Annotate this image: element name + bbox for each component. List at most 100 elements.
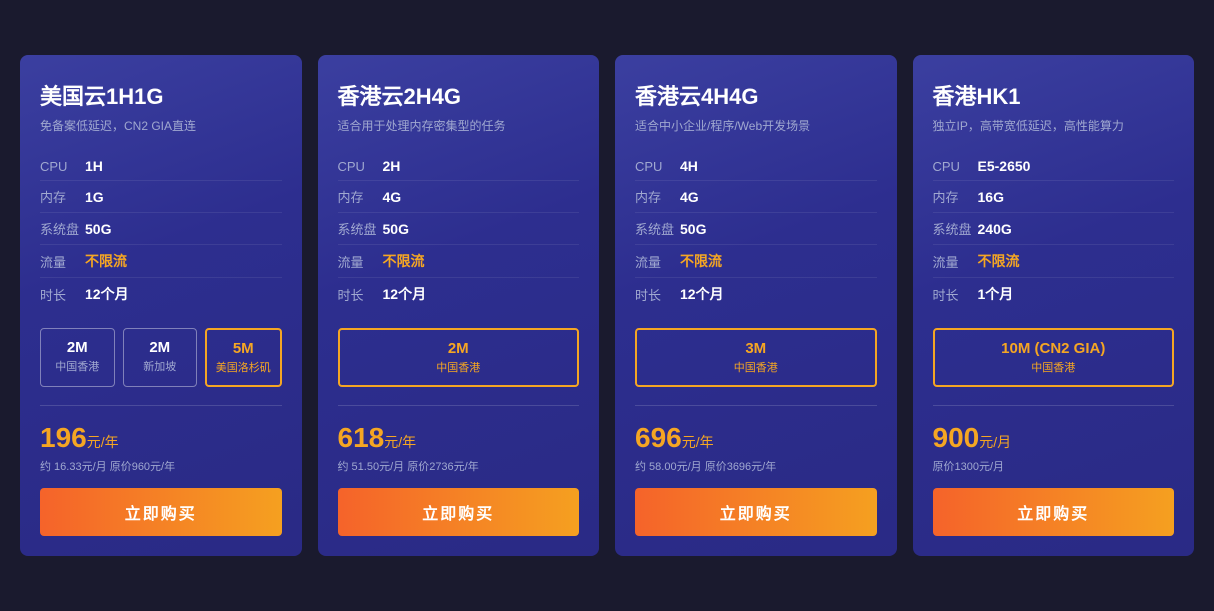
card-2-subtitle: 适合用于处理内存密集型的任务 — [338, 117, 580, 134]
card-1-spec-label-1: 内存 — [40, 187, 85, 206]
card-1-bandwidth-btn-1[interactable]: 2M新加坡 — [123, 328, 198, 387]
card-3-bandwidth-value-0: 3M — [643, 340, 869, 357]
card-1-spec-row-4: 时长12个月 — [40, 278, 282, 310]
card-1-price-unit: 元/年 — [87, 434, 119, 450]
card-4-spec-value-2: 240G — [978, 221, 1012, 237]
card-3-specs: CPU4H内存4G系统盘50G流量不限流时长12个月 — [635, 152, 877, 310]
card-1-spec-value-0: 1H — [85, 158, 103, 174]
card-2-specs: CPU2H内存4G系统盘50G流量不限流时长12个月 — [338, 152, 580, 310]
card-3-spec-label-4: 时长 — [635, 285, 680, 304]
card-2-spec-row-1: 内存4G — [338, 181, 580, 213]
card-4-spec-row-2: 系统盘240G — [933, 213, 1175, 245]
card-2-price-unit: 元/年 — [384, 434, 416, 450]
card-1-bandwidth-btn-0[interactable]: 2M中国香港 — [40, 328, 115, 387]
card-4-spec-label-0: CPU — [933, 159, 978, 174]
card-4-bandwidth-btn-0[interactable]: 10M (CN2 GIA) 中国香港 — [933, 328, 1175, 387]
card-4-bandwidth-value-0: 10M (CN2 GIA) — [941, 340, 1167, 357]
card-4-divider — [933, 405, 1175, 406]
card-3-title: 香港云4H4G — [635, 79, 877, 111]
card-3-bandwidth-section: 3M 中国香港 — [635, 328, 877, 387]
card-4-spec-label-3: 流量 — [933, 252, 978, 271]
card-2-spec-label-4: 时长 — [338, 285, 383, 304]
card-2-spec-row-0: CPU2H — [338, 152, 580, 181]
card-3-spec-row-3: 流量不限流 — [635, 245, 877, 278]
card-4-specs: CPUE5-2650内存16G系统盘240G流量不限流时长1个月 — [933, 152, 1175, 310]
card-3-spec-label-2: 系统盘 — [635, 219, 680, 238]
card-2-bandwidth-btn-0[interactable]: 2M 中国香港 — [338, 328, 580, 387]
card-4-title: 香港HK1 — [933, 79, 1175, 111]
card-2-spec-value-3: 不限流 — [383, 251, 425, 271]
card-3-price-main: 696 — [635, 422, 682, 453]
card-2-price-section: 618元/年约 51.50元/月 原价2736元/年 — [338, 422, 580, 474]
card-4-spec-row-4: 时长1个月 — [933, 278, 1175, 310]
cards-container: 美国云1H1G免备案低延迟，CN2 GIA直连CPU1H内存1G系统盘50G流量… — [20, 55, 1194, 556]
card-4-spec-value-3: 不限流 — [978, 251, 1020, 271]
card-4-bandwidth-section: 10M (CN2 GIA) 中国香港 — [933, 328, 1175, 387]
card-1: 美国云1H1G免备案低延迟，CN2 GIA直连CPU1H内存1G系统盘50G流量… — [20, 55, 302, 556]
card-1-spec-row-0: CPU1H — [40, 152, 282, 181]
card-4-spec-value-4: 1个月 — [978, 284, 1014, 304]
card-1-price-detail: 约 16.33元/月 原价960元/年 — [40, 458, 282, 474]
card-4-spec-value-0: E5-2650 — [978, 158, 1031, 174]
card-1-spec-row-1: 内存1G — [40, 181, 282, 213]
card-3-spec-row-0: CPU4H — [635, 152, 877, 181]
card-4-bandwidth-location-0: 中国香港 — [941, 359, 1167, 375]
card-1-divider — [40, 405, 282, 406]
card-4-price-section: 900元/月原价1300元/月 — [933, 422, 1175, 474]
card-4-buy-button[interactable]: 立即购买 — [933, 488, 1175, 536]
card-3: 香港云4H4G适合中小企业/程序/Web开发场景CPU4H内存4G系统盘50G流… — [615, 55, 897, 556]
card-3-price-detail: 约 58.00元/月 原价3696元/年 — [635, 458, 877, 474]
card-3-spec-row-1: 内存4G — [635, 181, 877, 213]
card-2-spec-row-3: 流量不限流 — [338, 245, 580, 278]
card-2-bandwidth-section: 2M 中国香港 — [338, 328, 580, 387]
card-2-buy-button[interactable]: 立即购买 — [338, 488, 580, 536]
card-3-spec-value-4: 12个月 — [680, 284, 724, 304]
card-1-bandwidth-btn-2[interactable]: 5M 美国洛杉矶 — [205, 328, 282, 387]
card-3-spec-row-4: 时长12个月 — [635, 278, 877, 310]
card-2-spec-value-1: 4G — [383, 189, 402, 205]
card-4-spec-label-1: 内存 — [933, 187, 978, 206]
card-2-spec-value-4: 12个月 — [383, 284, 427, 304]
card-2-price-main: 618 — [338, 422, 385, 453]
card-4-subtitle: 独立IP，高带宽低延迟，高性能算力 — [933, 117, 1175, 134]
card-1-spec-value-2: 50G — [85, 221, 111, 237]
card-3-divider — [635, 405, 877, 406]
card-1-bandwidth-location-1: 新加坡 — [130, 358, 191, 374]
card-4-price-detail: 原价1300元/月 — [933, 458, 1175, 474]
card-1-spec-label-3: 流量 — [40, 252, 85, 271]
card-2: 香港云2H4G适合用于处理内存密集型的任务CPU2H内存4G系统盘50G流量不限… — [318, 55, 600, 556]
card-3-spec-label-0: CPU — [635, 159, 680, 174]
card-1-spec-row-3: 流量不限流 — [40, 245, 282, 278]
card-1-spec-label-4: 时长 — [40, 285, 85, 304]
card-3-price-unit: 元/年 — [682, 434, 714, 450]
card-4: 香港HK1独立IP，高带宽低延迟，高性能算力CPUE5-2650内存16G系统盘… — [913, 55, 1195, 556]
card-1-spec-label-2: 系统盘 — [40, 219, 85, 238]
card-1-bandwidth-value-2: 5M — [213, 340, 274, 357]
card-4-spec-row-3: 流量不限流 — [933, 245, 1175, 278]
card-4-price-unit: 元/月 — [979, 434, 1011, 450]
card-3-spec-value-1: 4G — [680, 189, 699, 205]
card-3-spec-value-2: 50G — [680, 221, 706, 237]
card-3-bandwidth-location-0: 中国香港 — [643, 359, 869, 375]
card-1-bandwidth-location-2: 美国洛杉矶 — [213, 359, 274, 375]
card-1-buy-button[interactable]: 立即购买 — [40, 488, 282, 536]
card-3-buy-button[interactable]: 立即购买 — [635, 488, 877, 536]
card-3-spec-label-1: 内存 — [635, 187, 680, 206]
card-1-spec-value-1: 1G — [85, 189, 104, 205]
card-4-spec-label-2: 系统盘 — [933, 219, 978, 238]
card-1-spec-value-3: 不限流 — [85, 251, 127, 271]
card-1-spec-row-2: 系统盘50G — [40, 213, 282, 245]
card-1-title: 美国云1H1G — [40, 79, 282, 111]
card-3-spec-value-3: 不限流 — [680, 251, 722, 271]
card-1-spec-value-4: 12个月 — [85, 284, 129, 304]
card-2-price-detail: 约 51.50元/月 原价2736元/年 — [338, 458, 580, 474]
card-3-spec-label-3: 流量 — [635, 252, 680, 271]
card-1-bandwidth-location-0: 中国香港 — [47, 358, 108, 374]
card-3-bandwidth-btn-0[interactable]: 3M 中国香港 — [635, 328, 877, 387]
card-2-spec-value-2: 50G — [383, 221, 409, 237]
card-2-spec-value-0: 2H — [383, 158, 401, 174]
card-2-divider — [338, 405, 580, 406]
card-3-price-section: 696元/年约 58.00元/月 原价3696元/年 — [635, 422, 877, 474]
card-2-bandwidth-value-0: 2M — [346, 340, 572, 357]
card-2-bandwidth-location-0: 中国香港 — [346, 359, 572, 375]
